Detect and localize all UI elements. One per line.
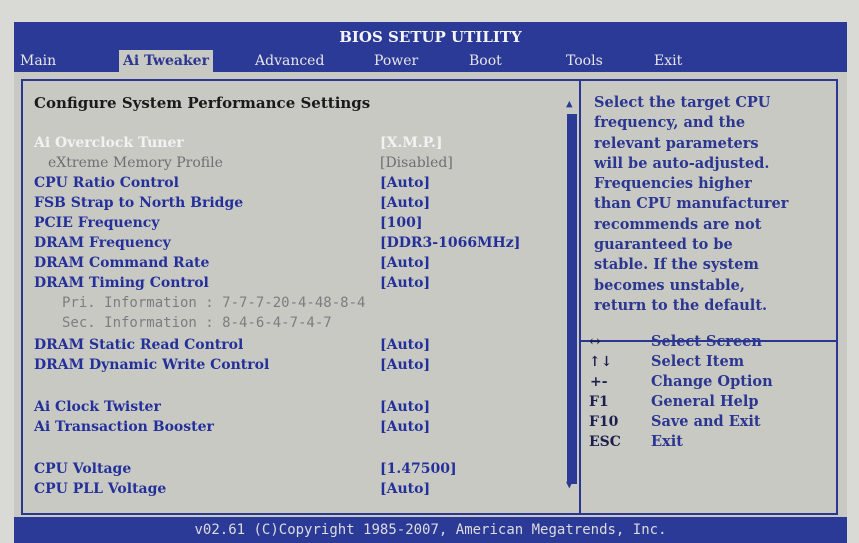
arrows-lr-key-icon: ↔	[589, 334, 601, 350]
setting-pcie-frequency[interactable]: PCIE Frequency [100]	[34, 215, 594, 235]
setting-ai-clock-twister[interactable]: Ai Clock Twister [Auto]	[34, 399, 594, 419]
setting-dram-frequency[interactable]: DRAM Frequency [DDR3-1066MHz]	[34, 235, 594, 255]
key-desc-select-screen: Select Screen	[651, 333, 762, 350]
setting-fsb-strap[interactable]: FSB Strap to North Bridge [Auto]	[34, 195, 594, 215]
plus-minus-key-icon: +-	[590, 374, 608, 390]
pri-information: Pri. Information : 7-7-7-20-4-48-8-4	[62, 295, 366, 311]
setting-dram-static-read[interactable]: DRAM Static Read Control [Auto]	[34, 337, 594, 357]
menu-power[interactable]: Power	[374, 50, 418, 72]
setting-value[interactable]: [100]	[380, 215, 422, 231]
menu-main[interactable]: Main	[20, 50, 56, 72]
setting-cpu-pll-voltage[interactable]: CPU PLL Voltage [Auto]	[34, 481, 594, 501]
copyright-footer: v02.61 (C)Copyright 1985-2007, American …	[14, 517, 847, 543]
arrows-ud-key-icon: ↑↓	[589, 354, 613, 370]
setting-value[interactable]: [DDR3-1066MHz]	[380, 235, 520, 251]
setting-value[interactable]: [Auto]	[380, 419, 430, 435]
help-line: frequency, and the	[594, 114, 746, 132]
setting-value[interactable]: [Auto]	[380, 357, 430, 373]
menu-advanced[interactable]: Advanced	[255, 50, 324, 72]
help-line: recommends are not	[594, 215, 762, 233]
setting-label: DRAM Static Read Control	[34, 337, 244, 353]
setting-value[interactable]: [Auto]	[380, 481, 430, 497]
setting-value[interactable]: [X.M.P.]	[380, 135, 442, 151]
key-desc-change-option: Change Option	[651, 373, 773, 390]
setting-label: Ai Overclock Tuner	[34, 135, 184, 151]
scrollbar-thumb[interactable]	[567, 114, 577, 484]
setting-label: DRAM Timing Control	[34, 275, 209, 291]
setting-value[interactable]: [Auto]	[380, 195, 430, 211]
setting-cpu-ratio-control[interactable]: CPU Ratio Control [Auto]	[34, 175, 594, 195]
setting-value[interactable]: [Auto]	[380, 175, 430, 191]
help-line: Frequencies higher	[594, 175, 752, 193]
setting-value[interactable]: [Auto]	[380, 255, 430, 271]
help-line: stable. If the system	[594, 256, 759, 274]
setting-value[interactable]: [Disabled]	[380, 155, 453, 171]
menu-tools[interactable]: Tools	[566, 50, 603, 72]
setting-dram-command-rate[interactable]: DRAM Command Rate [Auto]	[34, 255, 594, 275]
window-title: BIOS SETUP UTILITY	[14, 22, 847, 50]
setting-dram-dynamic-write[interactable]: DRAM Dynamic Write Control [Auto]	[34, 357, 594, 377]
setting-cpu-voltage[interactable]: CPU Voltage [1.47500]	[34, 461, 594, 481]
key-desc-general-help: General Help	[651, 393, 759, 410]
setting-ai-transaction-booster[interactable]: Ai Transaction Booster [Auto]	[34, 419, 594, 439]
setting-label: Ai Transaction Booster	[34, 419, 214, 435]
help-line: guaranteed to be	[594, 236, 733, 254]
setting-value[interactable]: [Auto]	[380, 399, 430, 415]
setting-label: CPU PLL Voltage	[34, 481, 167, 497]
help-text: Select the target CPU frequency, and the…	[594, 93, 829, 316]
help-line: than CPU manufacturer	[594, 195, 789, 213]
menu-bar: Main Ai Tweaker Advanced Power Boot Tool…	[14, 50, 847, 72]
setting-label: FSB Strap to North Bridge	[34, 195, 244, 211]
key-f1: F1	[589, 394, 609, 410]
section-title: Configure System Performance Settings	[34, 94, 371, 112]
setting-dram-timing-control[interactable]: DRAM Timing Control [Auto]	[34, 275, 594, 295]
setting-value[interactable]: [Auto]	[380, 275, 430, 291]
help-line: relevant parameters	[594, 134, 759, 152]
setting-value[interactable]: [1.47500]	[380, 461, 457, 477]
key-desc-select-item: Select Item	[651, 353, 745, 370]
menu-boot[interactable]: Boot	[469, 50, 502, 72]
bios-screen: BIOS SETUP UTILITY Main Ai Tweaker Advan…	[14, 22, 847, 543]
setting-label: Ai Clock Twister	[34, 399, 161, 415]
key-desc-exit: Exit	[651, 433, 683, 450]
setting-label: DRAM Frequency	[34, 235, 171, 251]
key-f10: F10	[589, 414, 619, 430]
setting-value[interactable]: [Auto]	[380, 337, 430, 353]
help-line: Select the target CPU	[594, 94, 771, 111]
help-line: becomes unstable,	[594, 276, 745, 294]
help-line: return to the default.	[594, 296, 768, 314]
setting-label: CPU Ratio Control	[34, 175, 179, 191]
menu-ai-tweaker[interactable]: Ai Tweaker	[119, 50, 213, 72]
scroll-down-icon[interactable]: ▼	[566, 478, 573, 491]
setting-label: DRAM Dynamic Write Control	[34, 357, 270, 373]
setting-label: DRAM Command Rate	[34, 255, 210, 271]
sec-information: Sec. Information : 8-4-6-4-7-4-7	[62, 315, 332, 331]
key-esc: ESC	[589, 434, 621, 450]
setting-ai-overclock-tuner[interactable]: Ai Overclock Tuner [X.M.P.]	[34, 135, 594, 155]
menu-exit[interactable]: Exit	[654, 50, 682, 72]
setting-label: CPU Voltage	[34, 461, 132, 477]
setting-extreme-memory-profile[interactable]: eXtreme Memory Profile [Disabled]	[34, 155, 594, 175]
setting-label: eXtreme Memory Profile	[48, 155, 223, 171]
help-line: will be auto-adjusted.	[594, 154, 770, 172]
setting-label: PCIE Frequency	[34, 215, 160, 231]
key-desc-save-exit: Save and Exit	[651, 413, 761, 430]
scroll-up-icon[interactable]: ▲	[566, 97, 573, 110]
